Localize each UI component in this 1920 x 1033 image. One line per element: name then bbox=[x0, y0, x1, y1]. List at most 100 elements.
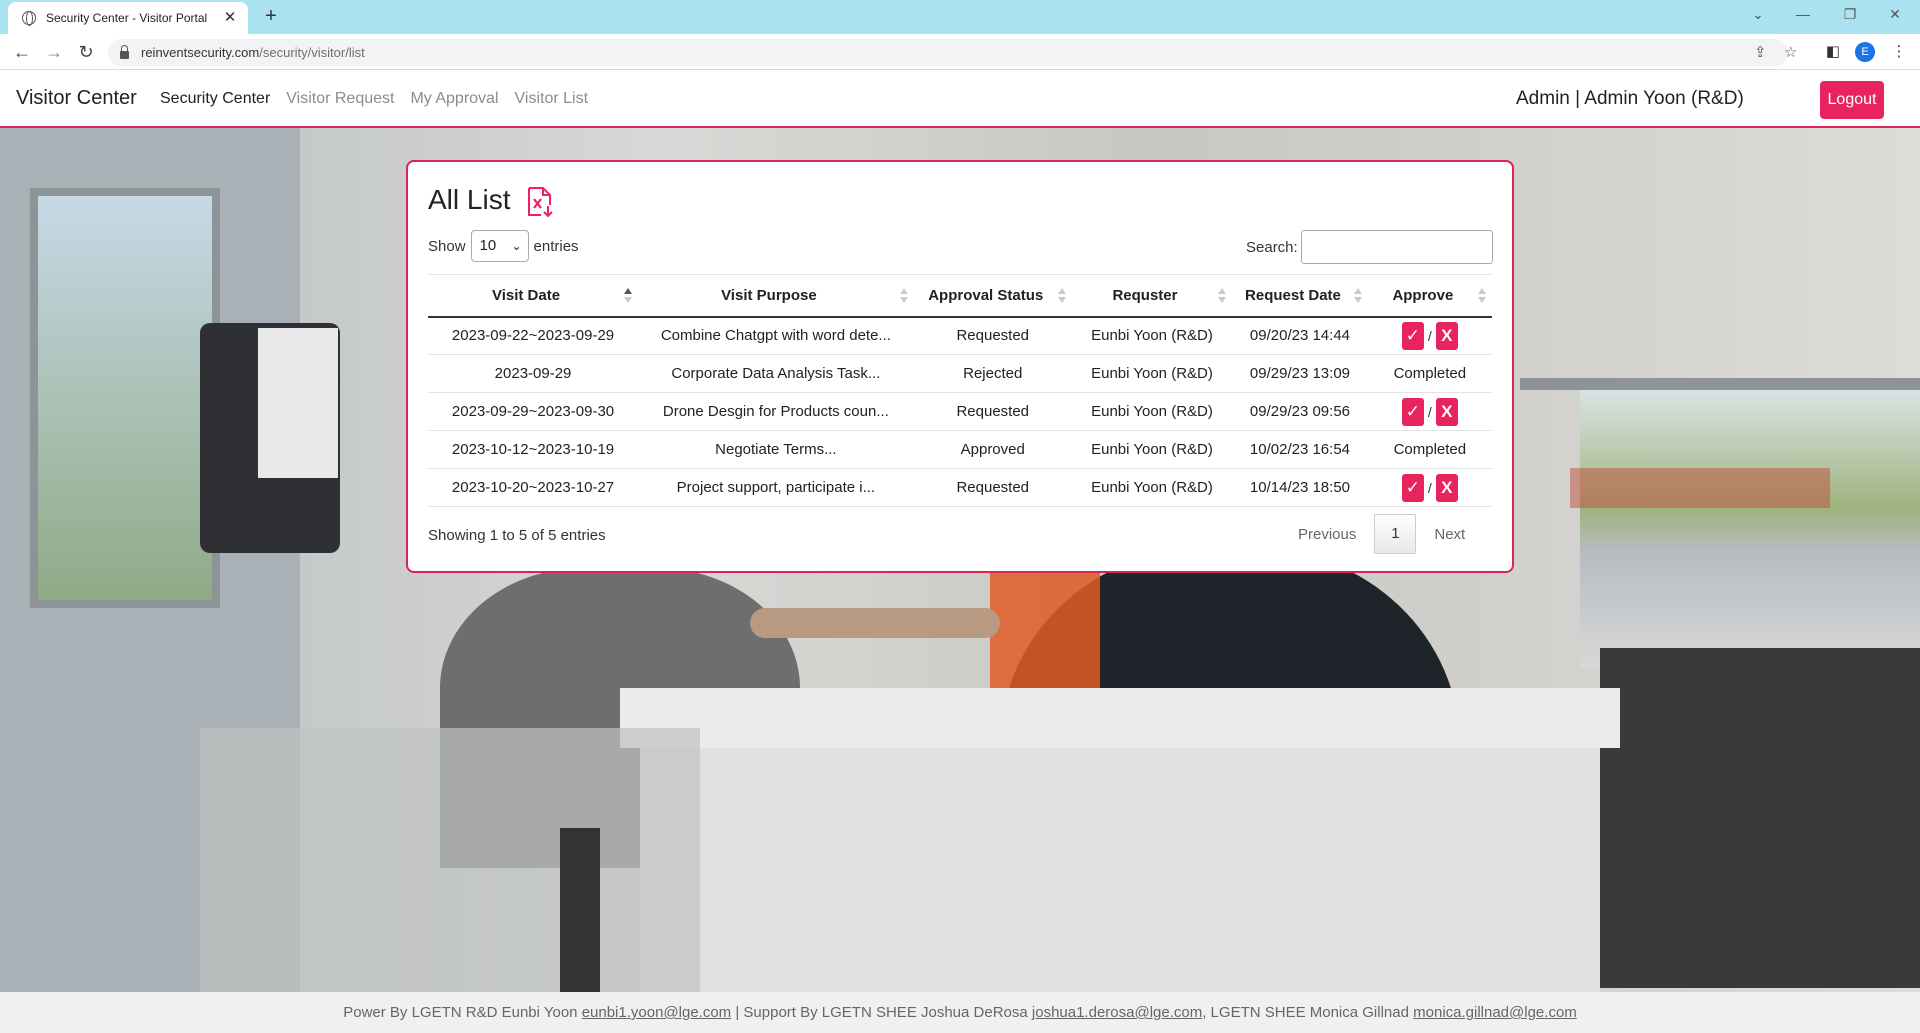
profile-avatar[interactable]: E bbox=[1855, 42, 1875, 62]
column-header-requester[interactable]: Requster bbox=[1071, 274, 1233, 318]
reload-icon[interactable]: ↻ bbox=[74, 40, 98, 64]
show-label: Show bbox=[428, 237, 466, 255]
approval-status-cell: Requested bbox=[913, 316, 1072, 355]
email-link-eunbi[interactable]: eunbi1.yoon@lge.com bbox=[582, 1004, 732, 1021]
browser-tab[interactable]: Security Center - Visitor Portal ✕ bbox=[8, 2, 248, 34]
minimize-icon[interactable]: — bbox=[1788, 4, 1818, 24]
visit-purpose-cell: Negotiate Terms... bbox=[638, 430, 914, 469]
search-control: Search: bbox=[1246, 230, 1493, 264]
request-date-cell: 10/14/23 18:50 bbox=[1232, 468, 1368, 507]
new-tab-button[interactable]: + bbox=[260, 6, 282, 26]
close-tab-icon[interactable]: ✕ bbox=[222, 10, 238, 26]
request-date-cell: 09/29/23 09:56 bbox=[1232, 392, 1368, 431]
table-header-row: Visit Date Visit Purpose Approval Status… bbox=[428, 274, 1492, 318]
approval-status-cell: Approved bbox=[913, 430, 1072, 469]
table-row[interactable]: 2023-09-29~2023-09-30 Drone Desgin for P… bbox=[428, 392, 1492, 431]
back-icon[interactable]: ← bbox=[10, 40, 34, 64]
requester-cell: Eunbi Yoon (R&D) bbox=[1071, 392, 1233, 431]
footer-credit-2: | Support By LGETN SHEE Joshua DeRosa bbox=[731, 1004, 1032, 1021]
excel-export-icon[interactable] bbox=[526, 186, 554, 218]
footer: Power By LGETN R&D Eunbi Yoon eunbi1.yoo… bbox=[0, 992, 1920, 1033]
action-separator: / bbox=[1427, 327, 1432, 344]
url-field[interactable]: reinventsecurity.com/security/visitor/li… bbox=[108, 39, 1797, 66]
visitor-list-card: All List Show 10 ⌄ entries Search: Visit… bbox=[406, 160, 1514, 573]
sort-icon bbox=[1353, 288, 1362, 304]
sort-asc-icon bbox=[624, 288, 633, 304]
chevron-down-icon: ⌄ bbox=[511, 239, 522, 253]
visit-purpose-cell: Combine Chatgpt with word dete... bbox=[638, 316, 914, 355]
column-header-request-date[interactable]: Request Date bbox=[1232, 274, 1368, 318]
approve-button[interactable]: ✓ bbox=[1401, 397, 1424, 426]
sort-icon bbox=[1057, 288, 1066, 304]
browser-menu-icon[interactable]: ⋮ bbox=[1888, 41, 1910, 63]
visit-purpose-cell: Drone Desgin for Products coun... bbox=[638, 392, 914, 431]
next-page-button[interactable]: Next bbox=[1416, 526, 1465, 543]
approve-cell: ✓ / X bbox=[1367, 468, 1492, 507]
visit-date-cell: 2023-09-29~2023-09-30 bbox=[428, 392, 639, 431]
table-row[interactable]: 2023-09-22~2023-09-29 Combine Chatgpt wi… bbox=[428, 316, 1492, 355]
footer-credit-3: , LGETN SHEE Monica Gillnad bbox=[1202, 1004, 1414, 1021]
app-navbar: Visitor Center Security Center Visitor R… bbox=[0, 70, 1920, 128]
tab-title: Security Center - Visitor Portal bbox=[46, 11, 208, 25]
sort-icon bbox=[899, 288, 908, 304]
nav-visitor-request[interactable]: Visitor Request bbox=[286, 90, 394, 108]
visit-purpose-cell: Project support, participate i... bbox=[638, 468, 914, 507]
previous-page-button[interactable]: Previous bbox=[1298, 526, 1374, 543]
globe-icon bbox=[22, 11, 36, 26]
side-panel-icon[interactable]: ◧ bbox=[1822, 41, 1844, 63]
approve-cell: ✓ / X bbox=[1367, 316, 1492, 355]
visit-date-cell: 2023-09-29 bbox=[428, 354, 639, 393]
reject-button[interactable]: X bbox=[1435, 473, 1458, 502]
column-header-approve[interactable]: Approve bbox=[1367, 274, 1492, 318]
brand-title[interactable]: Visitor Center bbox=[16, 87, 137, 110]
user-info: Admin | Admin Yoon (R&D) bbox=[1516, 88, 1744, 109]
approval-status-cell: Requested bbox=[913, 468, 1072, 507]
nav-my-approval[interactable]: My Approval bbox=[410, 90, 498, 108]
restore-icon[interactable]: ❐ bbox=[1835, 4, 1865, 24]
page-size-control: Show 10 ⌄ entries bbox=[428, 230, 579, 262]
nav-security-center[interactable]: Security Center bbox=[160, 90, 270, 108]
lock-icon bbox=[120, 44, 129, 59]
request-date-cell: 09/20/23 14:44 bbox=[1232, 316, 1368, 355]
bookmark-star-icon[interactable]: ☆ bbox=[1784, 39, 1797, 66]
approval-status-cell: Requested bbox=[913, 392, 1072, 431]
approve-button[interactable]: ✓ bbox=[1401, 321, 1424, 350]
approve-cell: Completed bbox=[1367, 430, 1492, 469]
visit-purpose-cell: Corporate Data Analysis Task... bbox=[638, 354, 914, 393]
column-header-approval-status[interactable]: Approval Status bbox=[913, 274, 1072, 318]
column-header-visit-date[interactable]: Visit Date bbox=[428, 274, 639, 318]
nav-links: Security Center Visitor Request My Appro… bbox=[160, 90, 588, 108]
approve-cell: ✓ / X bbox=[1367, 392, 1492, 431]
page-size-select[interactable]: 10 ⌄ bbox=[470, 230, 529, 262]
visit-date-cell: 2023-09-22~2023-09-29 bbox=[428, 316, 639, 355]
reject-button[interactable]: X bbox=[1435, 321, 1458, 350]
url-text: reinventsecurity.com/security/visitor/li… bbox=[141, 45, 365, 60]
request-date-cell: 09/29/23 13:09 bbox=[1232, 354, 1368, 393]
sort-icon bbox=[1218, 288, 1227, 304]
tab-search-icon[interactable]: ⌄ bbox=[1743, 4, 1773, 24]
nav-visitor-list[interactable]: Visitor List bbox=[515, 90, 589, 108]
pagination: Previous 1 Next bbox=[1298, 514, 1465, 554]
approve-button[interactable]: ✓ bbox=[1401, 473, 1424, 502]
entries-label: entries bbox=[533, 237, 579, 255]
reject-button[interactable]: X bbox=[1435, 397, 1458, 426]
search-label: Search: bbox=[1246, 238, 1298, 256]
requester-cell: Eunbi Yoon (R&D) bbox=[1071, 354, 1233, 393]
forward-icon[interactable]: → bbox=[42, 40, 66, 64]
email-link-joshua[interactable]: joshua1.derosa@lge.com bbox=[1032, 1004, 1202, 1021]
email-link-monica[interactable]: monica.gillnad@lge.com bbox=[1413, 1004, 1577, 1021]
search-input[interactable] bbox=[1300, 230, 1493, 264]
page-1-button[interactable]: 1 bbox=[1374, 514, 1417, 554]
approval-status-cell: Rejected bbox=[913, 354, 1072, 393]
requester-cell: Eunbi Yoon (R&D) bbox=[1071, 316, 1233, 355]
footer-credit-1: Power By LGETN R&D Eunbi Yoon bbox=[343, 1004, 582, 1021]
table-row[interactable]: 2023-10-12~2023-10-19 Negotiate Terms...… bbox=[428, 430, 1492, 469]
window-close-icon[interactable]: ✕ bbox=[1880, 4, 1910, 24]
share-icon[interactable]: ⇪ bbox=[1754, 39, 1767, 66]
logout-button[interactable]: Logout bbox=[1820, 81, 1884, 119]
action-separator: / bbox=[1427, 479, 1432, 496]
column-header-visit-purpose[interactable]: Visit Purpose bbox=[638, 274, 914, 318]
approve-cell: Completed bbox=[1367, 354, 1492, 393]
table-row[interactable]: 2023-09-29 Corporate Data Analysis Task.… bbox=[428, 354, 1492, 393]
table-row[interactable]: 2023-10-20~2023-10-27 Project support, p… bbox=[428, 468, 1492, 507]
